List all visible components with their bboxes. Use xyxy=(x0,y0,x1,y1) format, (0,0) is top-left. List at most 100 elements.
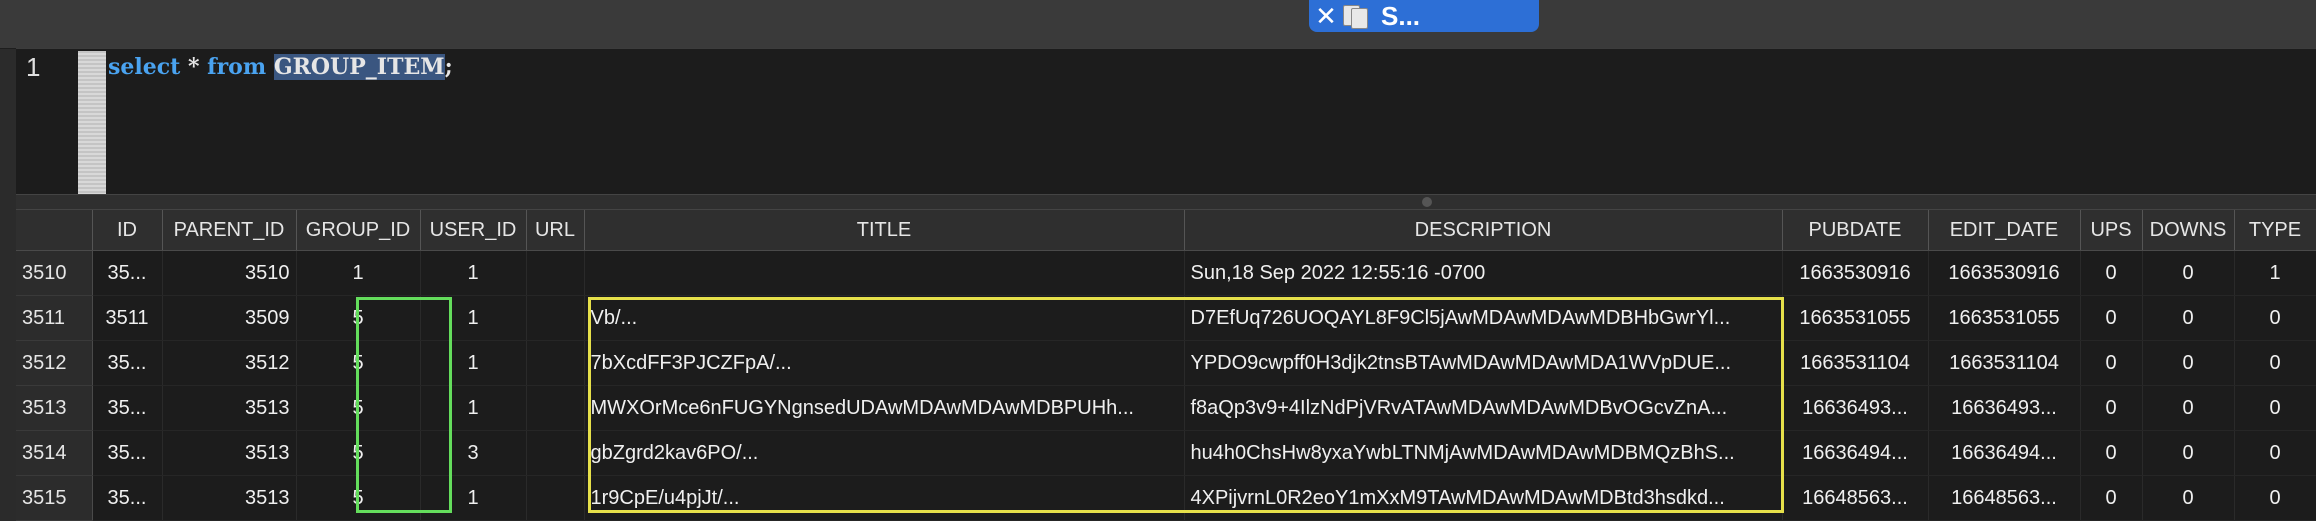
col-header-id[interactable]: ID xyxy=(92,210,163,251)
cell-parent-id[interactable]: 3510 xyxy=(162,250,297,296)
cell-title[interactable]: gbZgrd2kav6PO/... xyxy=(584,430,1185,476)
cell-type[interactable]: 0 xyxy=(2234,475,2316,521)
table-row[interactable]: 3512 35... 3512 5 1 7bXcdFF3PJCZFpA/... … xyxy=(16,340,2316,386)
cell-edit-date[interactable]: 16636493... xyxy=(1928,385,2081,431)
cell-downs[interactable]: 0 xyxy=(2142,340,2235,386)
cell-ups[interactable]: 0 xyxy=(2080,250,2143,296)
sql-code-line[interactable]: select * from GROUP_ITEM; xyxy=(108,49,453,85)
cell-user-id[interactable]: 1 xyxy=(420,295,527,341)
row-number[interactable]: 3512 xyxy=(16,340,93,386)
cell-pubdate[interactable]: 1663531104 xyxy=(1782,340,1929,386)
col-header-type[interactable]: TYPE xyxy=(2234,210,2316,251)
col-header-ups[interactable]: UPS xyxy=(2080,210,2143,251)
cell-description[interactable]: YPDO9cwpff0H3djk2tnsBTAwMDAwMDAwMDA1WVpD… xyxy=(1184,340,1783,386)
cell-description[interactable]: 4XPijvrnL0R2eoY1mXxM9TAwMDAwMDAwMDBtd3hs… xyxy=(1184,475,1783,521)
cell-type[interactable]: 0 xyxy=(2234,340,2316,386)
cell-parent-id[interactable]: 3513 xyxy=(162,385,297,431)
pane-splitter[interactable] xyxy=(16,194,2316,210)
cell-ups[interactable]: 0 xyxy=(2080,475,2143,521)
splitter-handle[interactable] xyxy=(1422,197,1432,207)
row-number[interactable]: 3513 xyxy=(16,385,93,431)
cell-description[interactable]: D7EfUq726UOQAYL8F9Cl5jAwMDAwMDAwMDBHbGwr… xyxy=(1184,295,1783,341)
row-number[interactable]: 3514 xyxy=(16,430,93,476)
col-header-edit-date[interactable]: EDIT_DATE xyxy=(1928,210,2081,251)
col-header-title[interactable]: TITLE xyxy=(584,210,1185,251)
cell-user-id[interactable]: 3 xyxy=(420,430,527,476)
cell-pubdate[interactable]: 16636494... xyxy=(1782,430,1929,476)
col-header-url[interactable]: URL xyxy=(526,210,585,251)
cell-group-id[interactable]: 5 xyxy=(296,385,421,431)
cell-title[interactable]: MWXOrMce6nFUGYNgnsedUDAwMDAwMDAwMDBPUHh.… xyxy=(584,385,1185,431)
cell-url[interactable] xyxy=(526,250,585,296)
cell-downs[interactable]: 0 xyxy=(2142,295,2235,341)
col-header-pubdate[interactable]: PUBDATE xyxy=(1782,210,1929,251)
cell-description[interactable]: Sun,18 Sep 2022 12:55:16 -0700 xyxy=(1184,250,1783,296)
cell-description[interactable]: f8aQp3v9+4IlzNdPjVRvATAwMDAwMDAwMDBvOGcv… xyxy=(1184,385,1783,431)
sql-editor[interactable]: 1 select * from GROUP_ITEM; xyxy=(16,48,2316,195)
cell-user-id[interactable]: 1 xyxy=(420,385,527,431)
cell-parent-id[interactable]: 3512 xyxy=(162,340,297,386)
cell-group-id[interactable]: 5 xyxy=(296,295,421,341)
cell-ups[interactable]: 0 xyxy=(2080,295,2143,341)
cell-url[interactable] xyxy=(526,385,585,431)
cell-group-id[interactable]: 5 xyxy=(296,340,421,386)
table-row[interactable]: 3511 3511 3509 5 1 Vb/... D7EfUq726UOQAY… xyxy=(16,295,2316,341)
cell-parent-id[interactable]: 3513 xyxy=(162,430,297,476)
cell-downs[interactable]: 0 xyxy=(2142,475,2235,521)
table-row[interactable]: 3513 35... 3513 5 1 MWXOrMce6nFUGYNgnsed… xyxy=(16,385,2316,431)
cell-downs[interactable]: 0 xyxy=(2142,430,2235,476)
cell-id[interactable]: 35... xyxy=(92,250,163,296)
cell-id[interactable]: 35... xyxy=(92,430,163,476)
col-header-description[interactable]: DESCRIPTION xyxy=(1184,210,1783,251)
cell-edit-date[interactable]: 1663530916 xyxy=(1928,250,2081,296)
cell-type[interactable]: 0 xyxy=(2234,430,2316,476)
cell-title[interactable]: 7bXcdFF3PJCZFpA/... xyxy=(584,340,1185,386)
cell-user-id[interactable]: 1 xyxy=(420,250,527,296)
cell-ups[interactable]: 0 xyxy=(2080,340,2143,386)
cell-edit-date[interactable]: 16648563... xyxy=(1928,475,2081,521)
cell-url[interactable] xyxy=(526,430,585,476)
cell-url[interactable] xyxy=(526,475,585,521)
cell-parent-id[interactable]: 3509 xyxy=(162,295,297,341)
cell-downs[interactable]: 0 xyxy=(2142,250,2235,296)
cell-parent-id[interactable]: 3513 xyxy=(162,475,297,521)
col-header-user-id[interactable]: USER_ID xyxy=(420,210,527,251)
cell-id[interactable]: 35... xyxy=(92,340,163,386)
col-header-parent-id[interactable]: PARENT_ID xyxy=(162,210,297,251)
cell-group-id[interactable]: 1 xyxy=(296,250,421,296)
query-tab[interactable]: ✕ S... xyxy=(1309,0,1539,32)
cell-ups[interactable]: 0 xyxy=(2080,385,2143,431)
cell-id[interactable]: 3511 xyxy=(92,295,163,341)
cell-pubdate[interactable]: 16636493... xyxy=(1782,385,1929,431)
row-number[interactable]: 3510 xyxy=(16,250,93,296)
cell-url[interactable] xyxy=(526,340,585,386)
table-row[interactable]: 3514 35... 3513 5 3 gbZgrd2kav6PO/... hu… xyxy=(16,430,2316,476)
cell-title[interactable]: 1r9CpE/u4pjJt/... xyxy=(584,475,1185,521)
table-row[interactable]: 3510 35... 3510 1 1 Sun,18 Sep 2022 12:5… xyxy=(16,250,2316,296)
cell-url[interactable] xyxy=(526,295,585,341)
cell-pubdate[interactable]: 1663531055 xyxy=(1782,295,1929,341)
cell-edit-date[interactable]: 1663531055 xyxy=(1928,295,2081,341)
row-number[interactable]: 3511 xyxy=(16,295,93,341)
cell-type[interactable]: 1 xyxy=(2234,250,2316,296)
cell-id[interactable]: 35... xyxy=(92,475,163,521)
cell-type[interactable]: 0 xyxy=(2234,295,2316,341)
col-header-downs[interactable]: DOWNS xyxy=(2142,210,2235,251)
cell-title[interactable]: Vb/... xyxy=(584,295,1185,341)
cell-edit-date[interactable]: 16636494... xyxy=(1928,430,2081,476)
cell-edit-date[interactable]: 1663531104 xyxy=(1928,340,2081,386)
col-header-rownum[interactable] xyxy=(16,210,93,251)
cell-user-id[interactable]: 1 xyxy=(420,475,527,521)
cell-type[interactable]: 0 xyxy=(2234,385,2316,431)
cell-downs[interactable]: 0 xyxy=(2142,385,2235,431)
cell-pubdate[interactable]: 1663530916 xyxy=(1782,250,1929,296)
cell-description[interactable]: hu4h0ChsHw8yxaYwbLTNMjAwMDAwMDAwMDBMQzBh… xyxy=(1184,430,1783,476)
cell-user-id[interactable]: 1 xyxy=(420,340,527,386)
results-grid[interactable]: ID PARENT_ID GROUP_ID USER_ID URL TITLE … xyxy=(16,210,2316,521)
cell-group-id[interactable]: 5 xyxy=(296,430,421,476)
cell-group-id[interactable]: 5 xyxy=(296,475,421,521)
cell-id[interactable]: 35... xyxy=(92,385,163,431)
table-row[interactable]: 3515 35... 3513 5 1 1r9CpE/u4pjJt/... 4X… xyxy=(16,475,2316,521)
row-number[interactable]: 3515 xyxy=(16,475,93,521)
cell-ups[interactable]: 0 xyxy=(2080,430,2143,476)
